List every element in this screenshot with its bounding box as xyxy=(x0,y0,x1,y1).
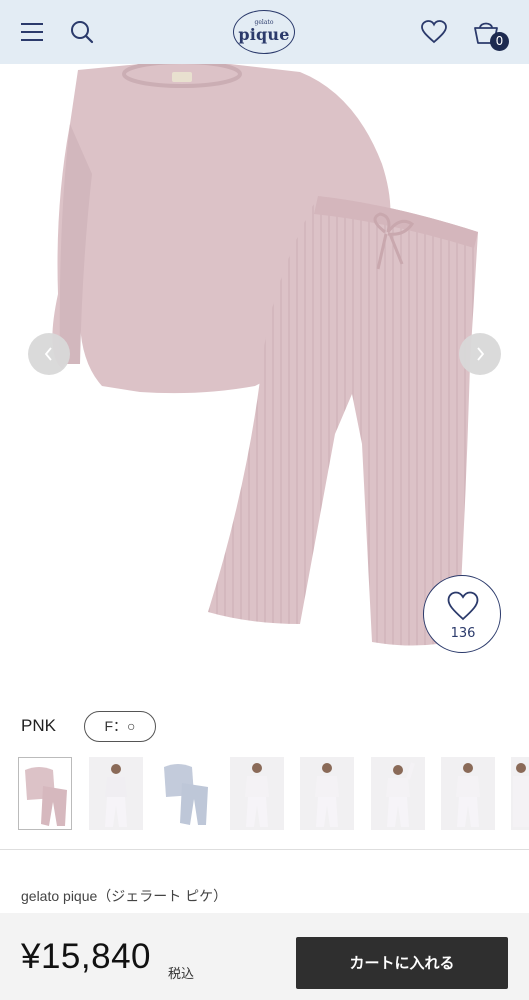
logo-main-text: pique xyxy=(238,25,290,44)
product-image-carousel[interactable]: 136 xyxy=(0,64,529,684)
site-header: gelato pique 0 xyxy=(0,0,529,64)
thumbnail-model-6[interactable] xyxy=(511,757,529,830)
thumbnail-image xyxy=(315,763,339,827)
prev-image-button[interactable] xyxy=(28,333,70,375)
thumbnail-model-4[interactable] xyxy=(371,757,425,830)
thumbnail-strip xyxy=(0,757,529,831)
thumbnail-image xyxy=(164,764,208,825)
favorite-button[interactable]: 136 xyxy=(423,575,501,653)
menu-button[interactable] xyxy=(14,14,50,50)
thumbnail-image xyxy=(245,763,269,827)
thumbnail-model-2[interactable] xyxy=(230,757,284,830)
next-image-button[interactable] xyxy=(459,333,501,375)
thumbnail-model-1[interactable] xyxy=(89,757,143,830)
thumbnail-model-5[interactable] xyxy=(441,757,495,830)
menu-icon xyxy=(21,23,43,41)
heart-icon xyxy=(421,20,447,44)
product-price: ¥15,840 xyxy=(21,937,152,976)
cart-count-badge: 0 xyxy=(490,32,509,51)
section-divider xyxy=(0,849,529,850)
add-to-cart-button[interactable]: カートに入れる xyxy=(296,937,508,989)
purchase-bar: ¥15,840 税込 カートに入れる xyxy=(0,913,529,1000)
search-button[interactable] xyxy=(64,14,100,50)
search-icon xyxy=(71,21,94,44)
size-option[interactable]: F：○ xyxy=(84,711,156,742)
thumbnail-image xyxy=(105,764,127,827)
favorites-button[interactable] xyxy=(416,14,452,50)
color-code-label: PNK xyxy=(21,716,56,735)
heart-icon xyxy=(447,591,479,621)
cart-header-button[interactable]: 0 xyxy=(468,14,509,51)
chevron-left-icon xyxy=(44,347,52,361)
favorite-count: 136 xyxy=(450,626,476,641)
thumbnail-image xyxy=(513,763,529,827)
thumbnail-blue-set[interactable] xyxy=(160,757,214,830)
brand-logo[interactable]: gelato pique xyxy=(233,10,295,54)
brand-name[interactable]: gelato pique（ジェラート ピケ） xyxy=(21,886,227,906)
tax-included-label: 税込 xyxy=(168,967,195,982)
thumbnail-image xyxy=(25,767,67,826)
thumbnail-image xyxy=(456,763,480,827)
thumbnail-model-3[interactable] xyxy=(300,757,354,830)
thumbnail-pink-set[interactable] xyxy=(18,757,72,830)
thumbnail-image xyxy=(386,762,415,827)
chevron-right-icon xyxy=(477,347,485,361)
